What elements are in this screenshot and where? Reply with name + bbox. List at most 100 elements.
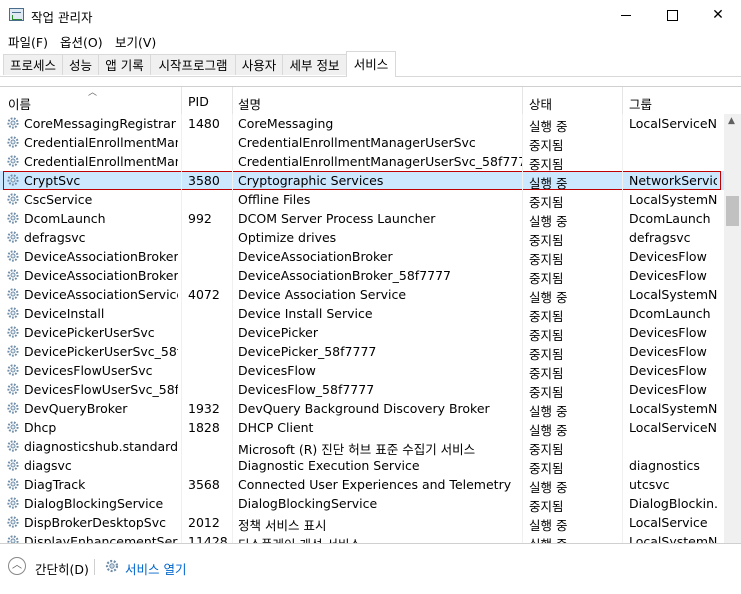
service-gear-icon (7, 516, 19, 528)
service-pid: 3580 (188, 173, 220, 188)
column-header-description[interactable]: 설명 (238, 94, 261, 113)
table-row[interactable]: defragsvc Optimize drives 중지됨 defragsvc (0, 228, 724, 248)
maximize-icon (667, 10, 678, 21)
table-row[interactable]: DiagTrack 3568 Connected User Experiences … (0, 475, 724, 495)
table-row[interactable]: DeviceAssociationBrokerSvc DeviceAssociat… (0, 247, 724, 267)
column-divider[interactable] (522, 87, 523, 115)
minimize-button[interactable] (603, 0, 649, 30)
service-description: Diagnostic Execution Service (238, 458, 420, 473)
service-group: defragsvc (629, 230, 691, 245)
service-description: Device Association Service (238, 287, 407, 302)
service-name: CryptSvc (24, 173, 81, 188)
service-name: DeviceAssociationBrokerSv... (24, 268, 178, 283)
service-name: DeviceAssociationBrokerSvc (24, 249, 178, 264)
service-name: DevicesFlowUserSvc (24, 363, 153, 378)
title-bar: 작업 관리자 ✕ (0, 0, 741, 30)
footer-divider (94, 559, 95, 575)
service-gear-icon (7, 402, 19, 414)
service-description: DeviceAssociationBroker_58f7777 (238, 268, 452, 283)
service-group: DevicesFlow (629, 363, 707, 378)
table-row[interactable]: DevicePickerUserSvc_58f7... DevicePicker_… (0, 342, 724, 362)
footer: ︿ 간단히(D) 서비스 열기 (0, 543, 741, 594)
service-description: DevicePicker_58f7777 (238, 344, 377, 359)
table-row[interactable]: CredentialEnrollmentMana... CredentialEnr… (0, 133, 724, 153)
service-description: DevicesFlow_58f7777 (238, 382, 375, 397)
column-header-pid[interactable]: PID (188, 94, 209, 109)
table-row[interactable]: DispBrokerDesktopSvc 2012 정책 서비스 표시 실행 중 Loc… (0, 513, 724, 533)
tab-performance[interactable]: 성능 (62, 54, 99, 75)
table-row[interactable]: Dhcp1828DHCP Client실행 중LocalServiceN... (0, 418, 724, 438)
column-divider[interactable] (622, 87, 623, 115)
menu-options[interactable]: 옵션(O) (60, 32, 103, 51)
service-name: CscService (24, 192, 93, 207)
services-table: ︿ 이름 PID 설명 상태 그룹 CoreMessagingRegistrar… (0, 86, 741, 544)
service-name: CoreMessagingRegistrar (24, 116, 176, 131)
tab-processes[interactable]: 프로세스 (3, 54, 63, 75)
service-name: DevicePickerUserSvc (24, 325, 155, 340)
service-group: LocalSystemN... (629, 401, 717, 416)
table-row[interactable]: CryptSvc 3580 Cryptographic Services 실행 중 Ne… (0, 171, 724, 191)
service-name: defragsvc (24, 230, 86, 245)
table-row[interactable]: DeviceInstall Device Install Service 중지됨 Dc… (0, 304, 724, 324)
table-row[interactable]: CscServiceOffline Files중지됨LocalSystemN..… (0, 190, 724, 210)
column-header-group[interactable]: 그룹 (629, 94, 652, 113)
service-pid: 4072 (188, 287, 220, 302)
service-description: DialogBlockingService (238, 496, 378, 511)
table-row[interactable]: diagnosticshub.standardco...Microsoft (R… (0, 437, 724, 457)
close-icon: ✕ (712, 7, 724, 23)
column-divider[interactable] (232, 87, 233, 115)
service-description: DeviceAssociationBroker (238, 249, 393, 264)
menu-file[interactable]: 파일(F) (8, 32, 48, 51)
window-title: 작업 관리자 (31, 10, 93, 25)
service-description: Offline Files (238, 192, 311, 207)
scrollbar-thumb[interactable] (726, 196, 739, 226)
service-name: diagsvc (24, 458, 72, 473)
table-row[interactable]: DevicePickerUserSvc DevicePicker 중지됨 Device… (0, 323, 724, 343)
service-name: DeviceInstall (24, 306, 105, 321)
table-row[interactable]: DevicesFlowUserSvc DevicesFlow 중지됨 DevicesF… (0, 361, 724, 381)
services-list: CoreMessagingRegistrar 1480 CoreMessaging 실… (0, 114, 724, 544)
close-button[interactable]: ✕ (695, 0, 741, 30)
service-gear-icon (7, 326, 19, 338)
table-row[interactable]: diagsvc Diagnostic Execution Service 중지됨 di… (0, 456, 724, 476)
tab-details[interactable]: 세부 정보 (282, 54, 347, 75)
service-name: diagnosticshub.standardco... (24, 439, 178, 454)
scroll-up-icon[interactable]: ▲ (728, 116, 735, 126)
table-row[interactable]: DialogBlockingService DialogBlockingServi… (0, 494, 724, 514)
service-gear-icon (7, 497, 19, 509)
tab-startup[interactable]: 시작프로그램 (150, 54, 236, 75)
service-pid: 1480 (188, 116, 220, 131)
column-divider[interactable] (181, 87, 182, 115)
service-description: CredentialEnrollmentManagerUserSvc (238, 135, 476, 150)
service-gear-icon (7, 250, 19, 262)
tab-app-history[interactable]: 앱 기록 (98, 54, 151, 75)
column-header-name[interactable]: 이름 (8, 94, 31, 113)
vertical-scrollbar[interactable]: ▲ (724, 114, 741, 544)
table-row[interactable]: DeviceAssociationService 4072 Device Assoc… (0, 285, 724, 305)
table-row[interactable]: CredentialEnrollmentMana... CredentialEnr… (0, 152, 724, 172)
service-gear-icon (7, 155, 19, 167)
column-header-status[interactable]: 상태 (529, 94, 552, 113)
tab-users[interactable]: 사용자 (235, 54, 283, 75)
column-gridline (232, 114, 233, 544)
table-row[interactable]: DeviceAssociationBrokerSv... DeviceAssoci… (0, 266, 724, 286)
collapse-up-icon[interactable]: ︿ (8, 557, 26, 575)
table-row[interactable]: CoreMessagingRegistrar 1480 CoreMessaging 실… (0, 114, 724, 134)
table-row[interactable]: DevQueryBroker 1932 DevQuery Background Di… (0, 399, 724, 419)
open-services-link[interactable]: 서비스 열기 (125, 559, 186, 578)
service-name: DeviceAssociationService (24, 287, 178, 302)
service-group: LocalServiceN... (629, 116, 717, 131)
table-row[interactable]: DevicesFlowUserSvc_58f77... DevicesFlow_5… (0, 380, 724, 400)
service-group: DevicesFlow (629, 249, 707, 264)
fewer-details-button[interactable]: 간단히(D) (35, 559, 89, 578)
sort-ascending-icon: ︿ (88, 88, 98, 98)
service-group: DevicesFlow (629, 382, 707, 397)
service-group: DcomLaunch (629, 306, 711, 321)
service-description: DevicePicker (238, 325, 318, 340)
service-gear-icon (7, 288, 19, 300)
service-description: DHCP Client (238, 420, 314, 435)
table-row[interactable]: DcomLaunch 992 DCOM Server Process Launche… (0, 209, 724, 229)
tab-services[interactable]: 서비스 (346, 51, 396, 77)
maximize-button[interactable] (649, 0, 695, 30)
menu-view[interactable]: 보기(V) (115, 32, 156, 51)
